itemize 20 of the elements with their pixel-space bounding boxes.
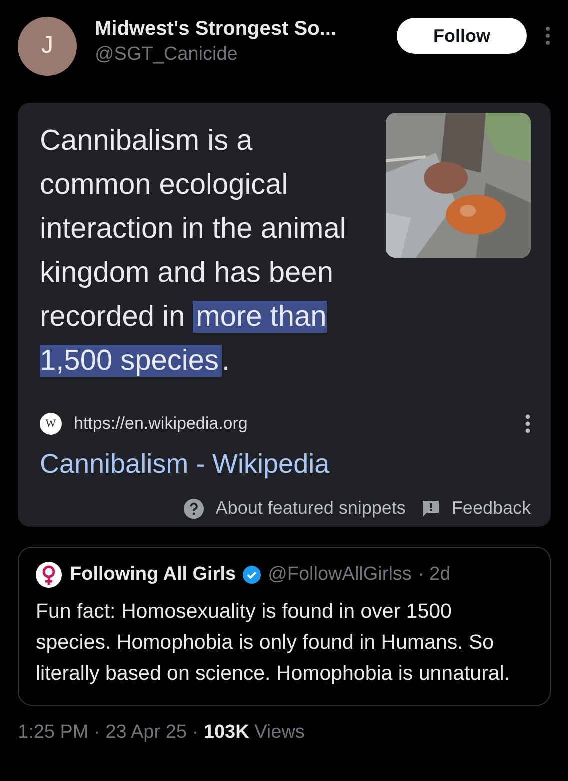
- display-name: Following All Girls: [70, 564, 236, 586]
- follow-button[interactable]: Follow: [397, 18, 527, 54]
- wikipedia-icon: W: [40, 413, 62, 435]
- source-url[interactable]: https://en.wikipedia.org: [74, 414, 525, 434]
- feedback-link[interactable]: Feedback: [452, 498, 531, 519]
- more-icon[interactable]: [545, 26, 551, 46]
- user-handle: @SGT_Canicide: [95, 44, 239, 66]
- result-link[interactable]: Cannibalism - Wikipedia: [40, 449, 531, 480]
- help-icon: [184, 498, 204, 518]
- snippet-text: Cannibalism is a common ecological interaction in the animal kingdom and has been recorded in more than 1,500 species.: [40, 124, 348, 379]
- user-handle: @FollowAllGirlss: [268, 564, 412, 586]
- display-name: Midwest's Strongest So...: [95, 18, 338, 41]
- tweet-text: Fun fact: Homosexuality is found in over 1500 species. Homophobia is only found in Humans. So literally based on science. Homophobia is unnatural.: [36, 599, 512, 687]
- female-sign-icon: [36, 562, 62, 588]
- post-time: · 2d: [418, 564, 451, 586]
- more-icon[interactable]: [525, 414, 531, 434]
- about-link[interactable]: About featured snippets: [216, 498, 406, 519]
- feedback-icon: [422, 500, 440, 518]
- quoted-tweet[interactable]: Following All Girls @FollowAllGirlss · 2d Fun fact: Homosexuality is found in over 1500 species. Homophobia is only found in Humans. So literally based on science. Homophobia is unnatural.: [18, 547, 551, 706]
- post-meta: 1:25 PM · 23 Apr 25 · 103K Views: [18, 722, 306, 744]
